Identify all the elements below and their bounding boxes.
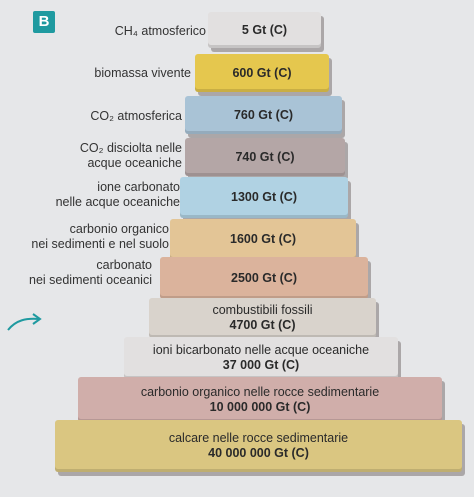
pyramid-block: ioni bicarbonato nelle acque oceaniche 3… [124, 337, 398, 379]
label-line: CO₂ disciolta nelle [79, 141, 182, 155]
block-value: 2500 Gt (C) [231, 270, 297, 285]
pyramid-block: combustibili fossili 4700 Gt (C) [149, 298, 376, 338]
block-name: ioni bicarbonato nelle acque oceaniche [152, 343, 370, 357]
level-label: ione carbonato nelle acque oceaniche [56, 180, 180, 210]
block-value: 5 Gt (C) [241, 22, 288, 37]
pyramid-block: calcare nelle rocce sedimentarie 40 000 … [55, 420, 462, 472]
figure-badge: B [33, 11, 55, 33]
block-name: carbonio organico nelle rocce sedimentar… [140, 384, 380, 399]
level-label: CO₂ atmosferica [90, 109, 182, 123]
label-line: acque oceaniche [87, 156, 182, 170]
block-name: calcare nelle rocce sedimentarie [168, 431, 349, 445]
pyramid-block: 1300 Gt (C) [180, 177, 348, 218]
level-label: carbonato nei sedimenti oceanici [29, 258, 152, 288]
pyramid-block: 760 Gt (C) [185, 96, 342, 134]
pyramid-block: 5 Gt (C) [208, 12, 321, 48]
block-value: 600 Gt (C) [232, 65, 292, 80]
block-value: 10 000 000 Gt (C) [209, 399, 311, 414]
level-label: carbonio organico nei sedimenti e nel su… [31, 222, 169, 252]
label-line: carbonato [96, 258, 152, 272]
label-line: nei sedimenti oceanici [29, 273, 152, 287]
pyramid-block: 1600 Gt (C) [170, 219, 356, 260]
block-name: combustibili fossili [212, 303, 313, 317]
level-label: CH₄ atmosferico [114, 24, 206, 38]
label-line: nelle acque oceaniche [55, 195, 180, 209]
pyramid-block: 2500 Gt (C) [160, 257, 368, 299]
label-line: nei sedimenti e nel suolo [31, 237, 169, 251]
block-value: 740 Gt (C) [235, 149, 295, 164]
arrow-icon [7, 313, 42, 331]
block-value: 1300 Gt (C) [231, 190, 297, 204]
label-line: carbonio organico [69, 222, 169, 236]
pyramid-block: 600 Gt (C) [195, 54, 329, 92]
block-value: 40 000 000 Gt (C) [208, 446, 309, 460]
block-value: 37 000 Gt (C) [222, 358, 300, 372]
level-label: biomassa vivente [94, 66, 191, 80]
level-label: CO₂ disciolta nelle acque oceaniche [80, 141, 182, 171]
pyramid-block: carbonio organico nelle rocce sedimentar… [78, 377, 442, 422]
block-value: 1600 Gt (C) [230, 232, 296, 246]
block-value: 4700 Gt (C) [229, 318, 296, 332]
label-line: ione carbonato [97, 180, 180, 194]
block-value: 760 Gt (C) [233, 107, 294, 122]
pyramid-block: 740 Gt (C) [185, 138, 345, 176]
